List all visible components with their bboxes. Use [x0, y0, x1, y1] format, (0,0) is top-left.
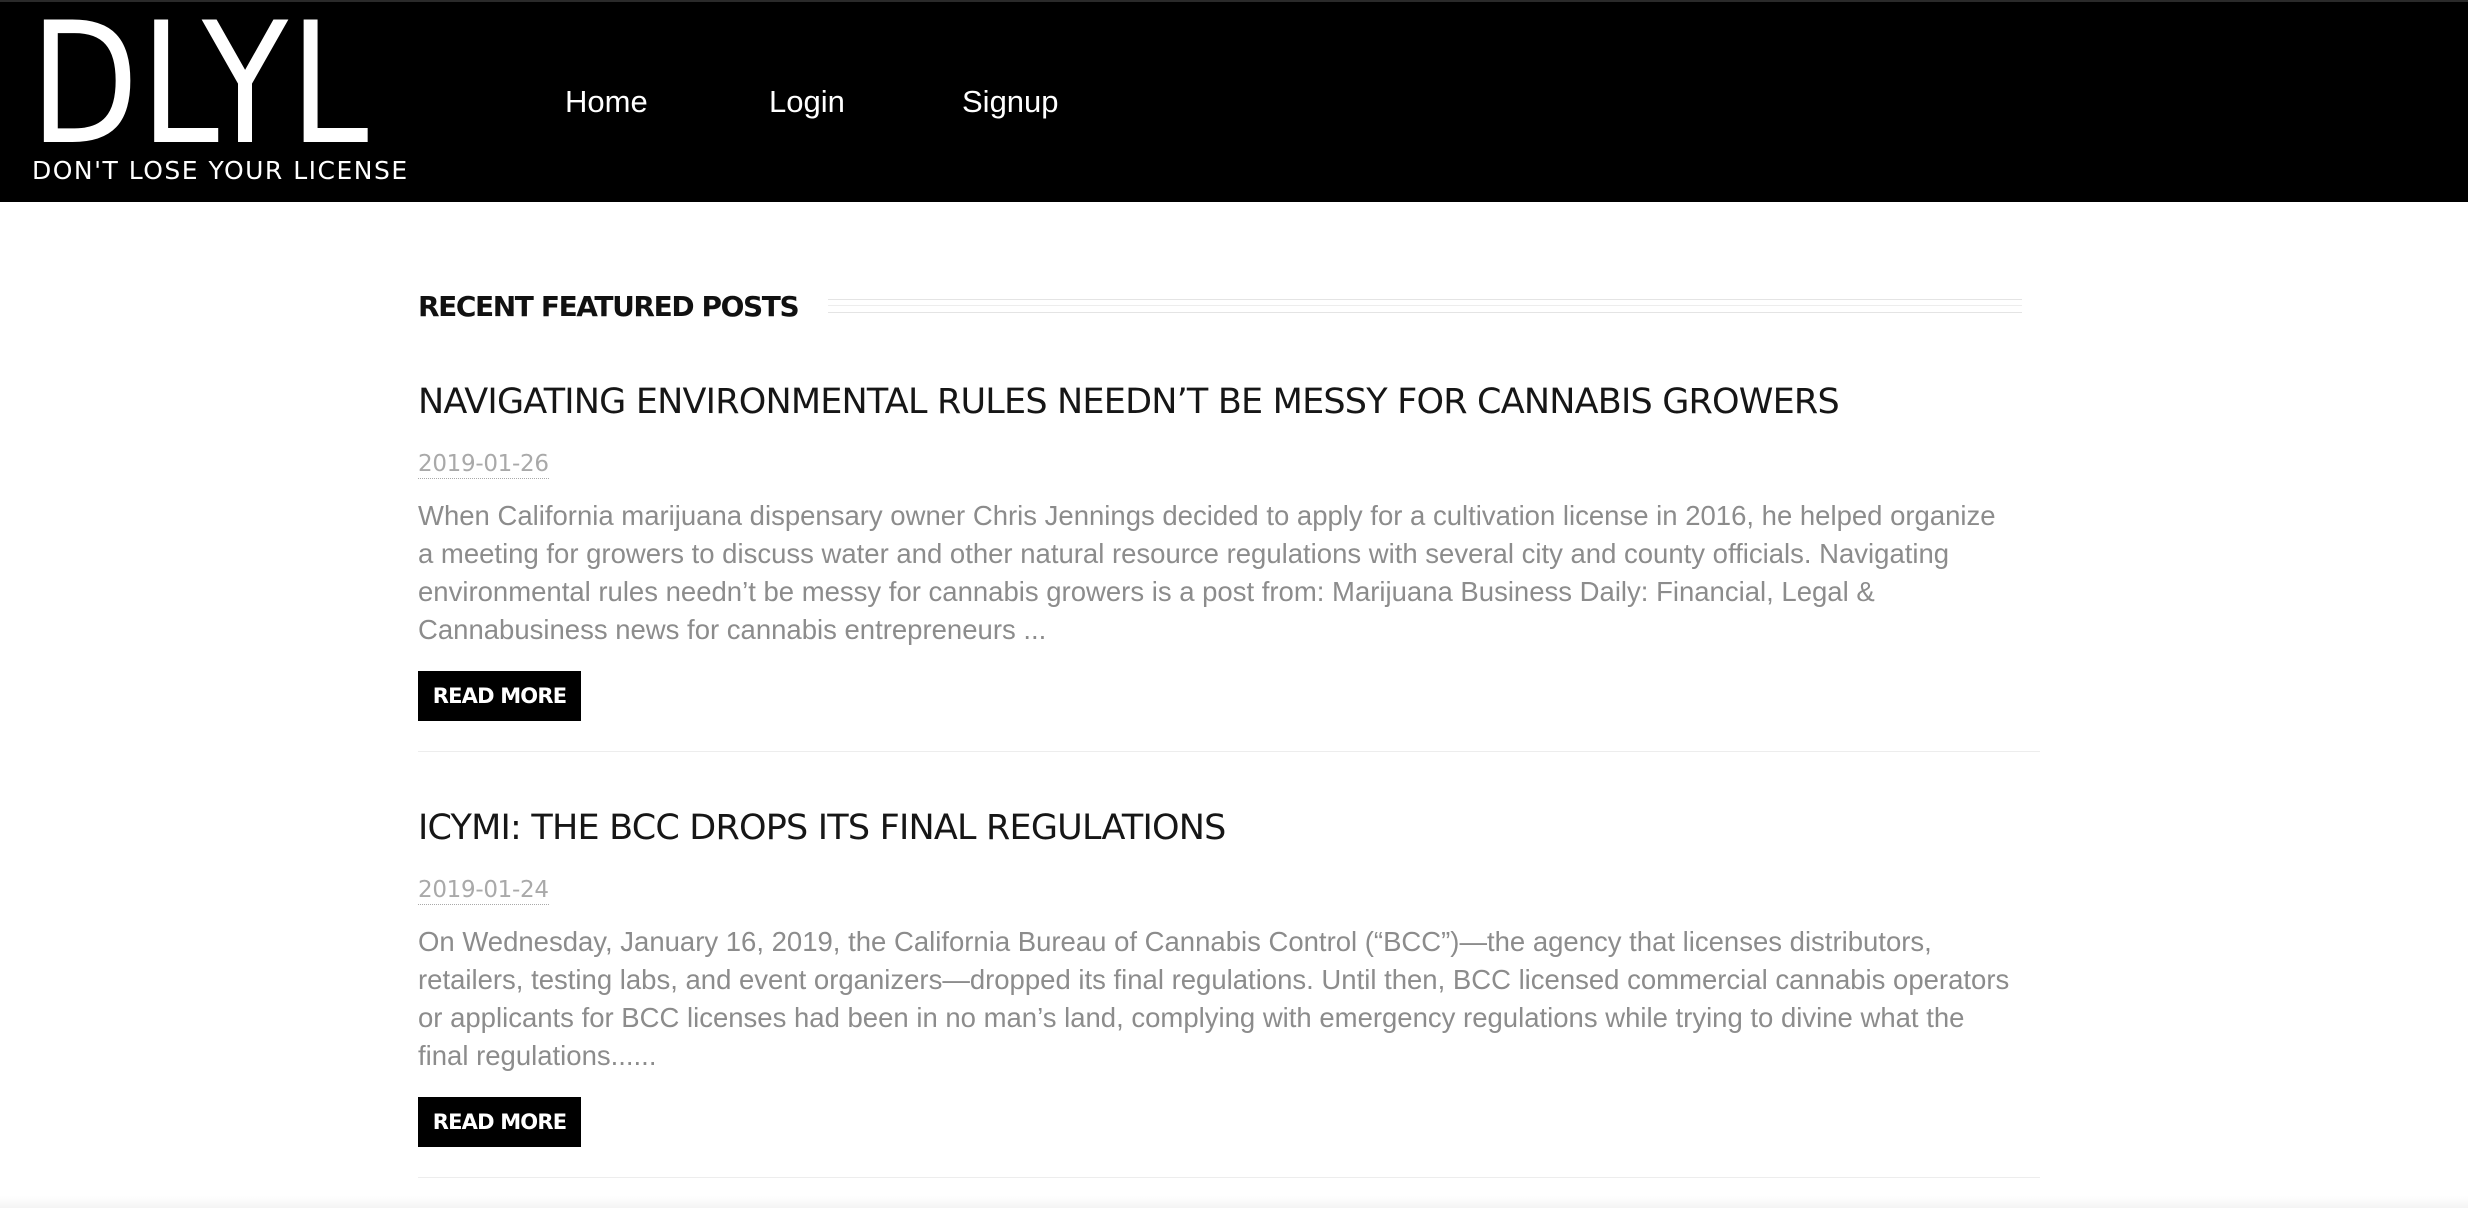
read-more-button[interactable]: READ MORE: [418, 1097, 581, 1147]
nav-login-link[interactable]: Login: [769, 82, 845, 122]
section-title-rule: [828, 299, 2022, 313]
site-header: DLYL DON'T LOSE YOUR LICENSE Home Login …: [0, 0, 2468, 202]
post-title-link[interactable]: NAVIGATING ENVIRONMENTAL RULES NEEDN’T B…: [418, 372, 2040, 432]
post-date: 2019-01-26: [418, 451, 549, 479]
section-title: RECENT FEATURED POSTS: [418, 289, 800, 323]
nav-home-link[interactable]: Home: [565, 82, 648, 122]
post-item: NAVIGATING ENVIRONMENTAL RULES NEEDN’T B…: [418, 372, 2040, 721]
post-divider: [418, 1177, 2040, 1178]
nav-signup-link[interactable]: Signup: [962, 82, 1059, 122]
section-header: RECENT FEATURED POSTS: [418, 284, 2022, 328]
post-date: 2019-01-24: [418, 877, 549, 905]
page-bottom-edge: [0, 1196, 2468, 1208]
logo-wordmark: DLYL: [30, 0, 371, 182]
post-excerpt: On Wednesday, January 16, 2019, the Cali…: [418, 926, 2010, 1071]
read-more-button[interactable]: READ MORE: [418, 671, 581, 721]
post-divider: [418, 751, 2040, 752]
post-item: ICYMI: THE BCC DROPS ITS FINAL REGULATIO…: [418, 798, 2040, 1147]
logo-tagline: DON'T LOSE YOUR LICENSE: [32, 156, 409, 185]
site-logo[interactable]: DLYL DON'T LOSE YOUR LICENSE: [30, 0, 407, 192]
post-excerpt: When California marijuana dispensary own…: [418, 500, 1996, 645]
post-title-link[interactable]: ICYMI: THE BCC DROPS ITS FINAL REGULATIO…: [418, 798, 2040, 858]
